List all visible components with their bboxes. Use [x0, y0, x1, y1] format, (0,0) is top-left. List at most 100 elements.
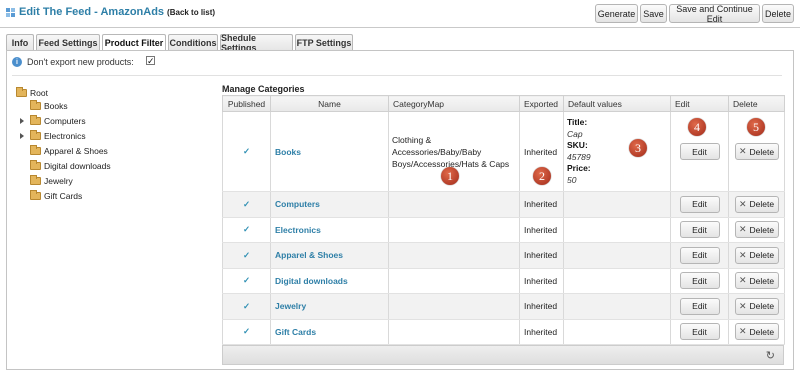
folder-icon: [30, 145, 41, 155]
expand-arrow-icon[interactable]: [20, 118, 24, 124]
delete-cell: ✕ Delete: [728, 293, 785, 320]
edit-cell: Edit: [670, 268, 729, 294]
tree-node-root[interactable]: Root: [16, 87, 48, 99]
close-icon: ✕: [738, 249, 747, 260]
edit-button[interactable]: Edit: [679, 323, 720, 341]
delete-button[interactable]: ✕ Delete: [734, 297, 779, 315]
tree-node-computers[interactable]: Computers: [30, 115, 86, 127]
delete-button[interactable]: ✕ Delete: [734, 246, 779, 264]
delete-feed-button[interactable]: Delete: [762, 4, 794, 23]
page-title: Edit The Feed - AmazonAds (Back to list): [19, 6, 215, 18]
category-map-cell: [388, 217, 520, 243]
feed-icon: [6, 8, 15, 17]
folder-icon: [30, 175, 41, 185]
close-icon: ✕: [738, 300, 747, 311]
delete-label: Delete: [749, 326, 775, 337]
tree-node-label: Digital downloads: [44, 161, 111, 171]
tree-node-label: Jewelry: [44, 176, 73, 186]
category-name-link[interactable]: Electronics: [270, 217, 389, 243]
delete-button[interactable]: ✕ Delete: [734, 323, 779, 341]
tab-ftp-settings[interactable]: FTP Settings: [295, 34, 353, 50]
edit-cell: Edit: [670, 319, 729, 345]
delete-button[interactable]: ✕ Delete: [734, 221, 779, 239]
delete-label: Delete: [749, 301, 775, 312]
manage-categories-title: Manage Categories: [222, 84, 305, 94]
back-to-list-link[interactable]: (Back to list): [167, 8, 215, 17]
category-name-link[interactable]: Digital downloads: [270, 268, 389, 294]
delete-cell: ✕ Delete: [728, 217, 785, 243]
default-value: 50: [567, 174, 577, 185]
edit-button[interactable]: Edit: [679, 143, 720, 160]
delete-button[interactable]: ✕ Delete: [734, 272, 779, 290]
edit-button[interactable]: Edit: [679, 195, 720, 213]
default-values-cell: [563, 268, 671, 294]
table-row: ✓ Apparel & Shoes Inherited Edit ✕ Delete: [222, 242, 785, 269]
tree-node-jewelry[interactable]: Jewelry: [30, 175, 73, 187]
folder-icon: [30, 130, 41, 140]
delete-cell: ✕ Delete: [728, 242, 785, 269]
category-name-link[interactable]: Jewelry: [270, 293, 389, 320]
tree-node-apparel-shoes[interactable]: Apparel & Shoes: [30, 145, 108, 157]
edit-cell: Edit: [670, 217, 729, 243]
category-name-link[interactable]: Apparel & Shoes: [270, 242, 389, 269]
tree-node-label: Books: [44, 101, 68, 111]
column-header-name[interactable]: Name: [270, 95, 389, 112]
column-header-categorymap[interactable]: CategoryMap: [388, 95, 520, 112]
tree-node-label: Gift Cards: [44, 191, 83, 201]
column-header-exported[interactable]: Exported: [519, 95, 564, 112]
tree-node-electronics[interactable]: Electronics: [30, 130, 86, 142]
column-header-default-values[interactable]: Default values: [563, 95, 671, 112]
edit-button[interactable]: Edit: [679, 246, 720, 264]
table-row: ✓ Computers Inherited Edit ✕ Delete: [222, 191, 785, 218]
default-label: Price:: [567, 163, 591, 173]
category-name-link[interactable]: Books: [270, 111, 389, 192]
annotation-marker-2: 2: [533, 167, 551, 185]
tree-node-label: Electronics: [44, 131, 86, 141]
expand-arrow-icon[interactable]: [20, 133, 24, 139]
exported-cell: Inherited: [519, 217, 564, 243]
page-header: Edit The Feed - AmazonAds (Back to list) …: [0, 0, 800, 28]
tree-node-digital-downloads[interactable]: Digital downloads: [30, 160, 111, 172]
default-values-cell: [563, 191, 671, 218]
published-check-icon: ✓: [222, 111, 271, 192]
tab-info[interactable]: Info: [6, 34, 34, 50]
delete-button[interactable]: ✕ Delete: [734, 195, 779, 213]
delete-cell: ✕ Delete: [728, 319, 785, 345]
category-map-cell: [388, 268, 520, 294]
published-check-icon: ✓: [222, 242, 271, 269]
category-map-cell: [388, 191, 520, 218]
delete-button[interactable]: ✕ Delete: [734, 143, 779, 160]
refresh-icon[interactable]: ↻: [766, 349, 775, 362]
exported-cell: Inherited: [519, 293, 564, 320]
save-button[interactable]: Save: [640, 4, 667, 23]
category-name-link[interactable]: Computers: [270, 191, 389, 218]
default-values-cell: [563, 217, 671, 243]
annotation-marker-3: 3: [629, 139, 647, 157]
tree-node-gift-cards[interactable]: Gift Cards: [30, 190, 82, 202]
tab-feed-settings[interactable]: Feed Settings: [36, 34, 100, 50]
default-value: Cap: [567, 128, 583, 139]
tab-shedule-settings[interactable]: Shedule Settings: [220, 33, 293, 53]
tree-node-label: Root: [30, 88, 48, 98]
column-header-edit: Edit: [670, 95, 729, 112]
dont-export-checkbox[interactable]: ✓: [146, 56, 155, 66]
category-name-link[interactable]: Gift Cards: [270, 319, 389, 345]
edit-button[interactable]: Edit: [679, 221, 720, 239]
published-check-icon: ✓: [222, 319, 271, 345]
delete-label: Delete: [749, 224, 775, 235]
edit-button[interactable]: Edit: [679, 272, 720, 290]
tab-product-filter[interactable]: Product Filter: [102, 34, 166, 51]
tree-node-books[interactable]: Books: [30, 100, 68, 112]
edit-button[interactable]: Edit: [679, 297, 720, 315]
grid-footer: ↻: [222, 345, 784, 365]
folder-icon: [30, 100, 41, 110]
column-header-published[interactable]: Published: [222, 95, 271, 112]
grid-header-row: Published Name CategoryMap Exported Defa…: [222, 95, 785, 112]
delete-cell: ✕ Delete: [728, 191, 785, 218]
default-values-cell: [563, 293, 671, 320]
tab-conditions[interactable]: Conditions: [168, 34, 218, 50]
table-row: ✓ Jewelry Inherited Edit ✕ Delete: [222, 293, 785, 320]
save-continue-edit-button[interactable]: Save and Continue Edit: [669, 4, 760, 24]
default-values-cell: [563, 242, 671, 269]
generate-button[interactable]: Generate: [595, 4, 638, 23]
